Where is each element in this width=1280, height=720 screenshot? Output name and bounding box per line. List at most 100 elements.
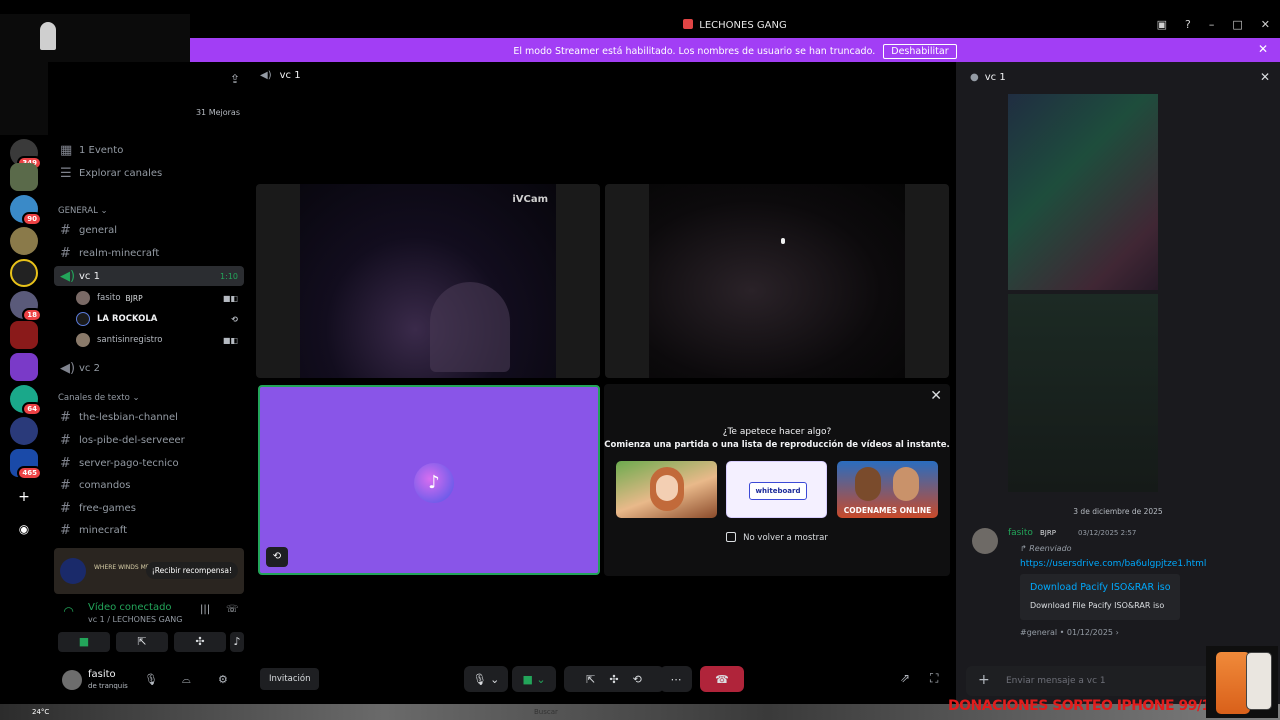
discover-icon[interactable]: ◉ [10, 515, 38, 543]
embed-title[interactable]: Download Pacify ISO&RAR iso [1030, 582, 1171, 593]
user-panel: fasito de tranquis 🎙 ⌓ ⚙ [48, 662, 250, 698]
activities-button[interactable]: ✣ [174, 632, 226, 652]
video-tile[interactable] [605, 184, 949, 378]
hash-icon: # [60, 522, 71, 538]
server-icon[interactable] [10, 259, 38, 287]
channel-item[interactable]: # comandos [54, 475, 244, 495]
activity-card-whiteboard[interactable]: whiteboard [726, 461, 827, 518]
camera-button[interactable]: ■ [58, 632, 110, 652]
avatar [76, 291, 90, 305]
add-server-icon[interactable]: + [10, 483, 38, 511]
close-suggestion-icon[interactable]: ✕ [930, 388, 942, 404]
settings-gear-icon[interactable]: ⚙ [218, 673, 228, 686]
noise-suppression-icon[interactable]: ||| [200, 604, 210, 615]
server-icon[interactable]: 465 [10, 449, 42, 480]
activity-launcher-icon[interactable]: ⟲ [266, 547, 288, 567]
card-label: CODENAMES ONLINE [843, 506, 932, 515]
disable-streamer-button[interactable]: Deshabilitar [883, 44, 957, 59]
maximize-icon[interactable]: □ [1232, 18, 1242, 31]
activity-card-game[interactable] [616, 461, 717, 518]
close-chat-icon[interactable]: ✕ [1260, 70, 1270, 84]
close-window-icon[interactable]: ✕ [1261, 18, 1270, 31]
server-boosts[interactable]: 31 Mejoras [196, 108, 240, 117]
activities-icon[interactable]: ✣ [609, 673, 618, 686]
voice-user[interactable]: santisinregistro ■◧ [76, 331, 244, 349]
screen-share-button[interactable]: ⇱ [116, 632, 168, 652]
chat-image[interactable] [1008, 94, 1158, 290]
channel-sidebar: ⇪ 31 Mejoras ▦ 1 Evento ☰ Explorar canales… [48, 62, 250, 720]
claim-reward-button[interactable]: ¡Recibir recompensa! [145, 562, 238, 579]
voice-user[interactable]: fasito BJRP ■◧ [76, 289, 244, 307]
fullscreen-icon[interactable]: ⛶ [930, 671, 938, 686]
video-tile[interactable]: iVCam [256, 184, 600, 378]
events-item[interactable]: ▦ 1 Evento [54, 140, 244, 160]
headphones-icon[interactable]: ⌓ [182, 673, 191, 687]
channel-item[interactable]: # server-pago-tecnico [54, 453, 244, 473]
voice-duration: 1:10 [220, 271, 238, 281]
chat-image[interactable] [1008, 294, 1158, 492]
voice-user[interactable]: LA ROCKOLA ⟲ [76, 310, 244, 328]
channel-item[interactable]: # the-lesbian-channel [54, 407, 244, 427]
camera-toggle-button[interactable]: ■ ⌄ [512, 666, 556, 692]
voice-channel-vc2[interactable]: ◀) vc 2 [54, 358, 244, 378]
attach-plus-icon[interactable]: + [978, 672, 990, 688]
server-icon[interactable]: 64 [10, 385, 42, 416]
microphone-icon[interactable]: 🎙 [144, 673, 158, 686]
more-options-button[interactable]: ⋯ [660, 666, 692, 692]
server-icon[interactable] [10, 227, 38, 255]
channel-item[interactable]: # minecraft [54, 520, 244, 540]
banner-close-icon[interactable]: ✕ [1258, 42, 1268, 56]
invite-people-icon[interactable]: ⇪ [230, 72, 240, 86]
minimize-icon[interactable]: – [1209, 18, 1215, 31]
taskbar-search[interactable]: Buscar [534, 708, 558, 716]
activity-icon: ⟲ [231, 314, 238, 324]
message-input[interactable] [1006, 672, 1206, 690]
channel-realm-minecraft[interactable]: # realm-minecraft [54, 243, 244, 263]
streamer-mode-banner: El modo Streamer está habilitado. Los no… [190, 38, 1280, 62]
message-timestamp: 03/12/2025 2:57 [1078, 529, 1137, 537]
activity-card-codenames[interactable]: CODENAMES ONLINE [837, 461, 938, 518]
server-icon[interactable]: 90 [10, 195, 42, 226]
inbox-icon[interactable]: ▣ [1157, 18, 1167, 31]
activity-tile[interactable]: ♪ ⟲ [258, 385, 600, 575]
server-icon[interactable] [10, 417, 38, 445]
pop-out-icon[interactable]: ⇗ [900, 671, 910, 685]
suggestion-subtitle: Comienza una partida o una lista de repr… [604, 440, 950, 450]
mute-button[interactable]: 🎙 ⌄ [464, 666, 508, 692]
voice-channel-vc1[interactable]: ◀) vc 1 1:10 [54, 266, 244, 286]
category-general[interactable]: GENERAL ⌄ [58, 206, 108, 216]
screen-share-icon[interactable]: ⇱ [586, 673, 595, 686]
browse-channels-item[interactable]: ☰ Explorar canales [54, 163, 244, 183]
forward-origin[interactable]: #general • 01/12/2025 › [1020, 628, 1119, 637]
channel-general[interactable]: # general [54, 220, 244, 240]
help-icon[interactable]: ? [1185, 18, 1191, 31]
soundboard-icon[interactable]: ⟲ [633, 673, 642, 686]
server-icon[interactable] [10, 353, 38, 381]
donation-overlay: DONACIONES SORTEO IPHONE 99/100 [948, 698, 1230, 714]
server-icon[interactable] [10, 321, 38, 349]
channel-item[interactable]: # los-pibe-del-serveeer [54, 430, 244, 450]
disconnect-icon[interactable]: ☏ [226, 604, 239, 615]
date-divider: 3 de diciembre de 2025 [1073, 507, 1163, 516]
avatar [76, 312, 90, 326]
channel-item[interactable]: # free-games [54, 498, 244, 518]
message-author[interactable]: fasito [1008, 528, 1033, 538]
dont-show-checkbox[interactable] [726, 532, 737, 542]
message-link[interactable]: https://usersdrive.com/ba6ulgpjtze1.html [1020, 559, 1206, 569]
server-icon[interactable] [10, 163, 38, 191]
avatar[interactable] [62, 670, 82, 690]
server-icon[interactable]: 18 [10, 291, 42, 322]
avatar[interactable] [972, 528, 998, 554]
embed-description: Download File Pacify ISO&RAR iso [1030, 601, 1165, 610]
voice-stage: ◀) vc 1 iVCam ♪ ⟲ ✕ ¿Te apetece hacer alg… [250, 62, 954, 720]
signal-icon[interactable]: ◜◝ [64, 604, 73, 618]
category-text[interactable]: Canales de texto ⌄ [58, 393, 140, 403]
call-controls: Invitación 🎙 ⌄ ■ ⌄ ⇱ ✣ ⟲ ⋯ ☎ ⇗ ⛶ [250, 662, 954, 698]
invite-button[interactable]: Invitación [260, 668, 320, 690]
hang-up-button[interactable]: ☎ [700, 666, 744, 692]
soundboard-button[interactable]: ♪ [230, 632, 244, 652]
activity-suggestion-panel: ✕ ¿Te apetece hacer algo? Comienza una p… [604, 384, 950, 576]
connection-location: vc 1 / LECHONES GANG [88, 615, 183, 624]
suggestion-question: ¿Te apetece hacer algo? [722, 427, 832, 437]
forwarded-label: ↱ Reenviado [1020, 544, 1072, 553]
